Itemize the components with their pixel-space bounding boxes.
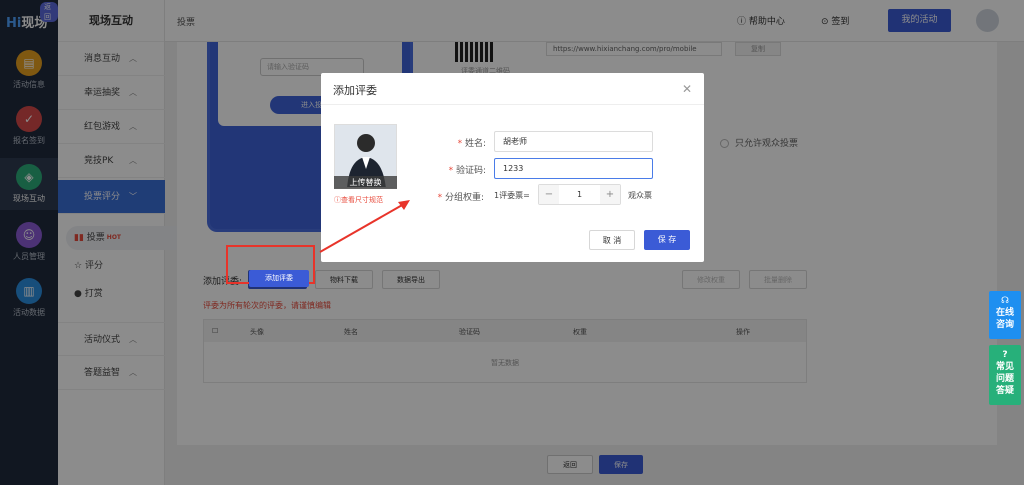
- faq-button[interactable]: ? 常见问题答疑: [989, 345, 1021, 405]
- weight-suffix: 观众票: [628, 191, 652, 200]
- dialog-save-button[interactable]: 保 存: [644, 230, 690, 250]
- weight-value[interactable]: 1: [559, 185, 600, 204]
- headset-icon: ☊: [1001, 296, 1009, 306]
- weight-label: * 分组权重:: [437, 193, 484, 203]
- highlighted-add-judge-button[interactable]: 添加评委: [249, 270, 309, 287]
- annotation-arrow-icon: [319, 200, 410, 253]
- plus-icon[interactable]: +: [600, 185, 620, 204]
- weight-prefix: 1评委票=: [494, 191, 530, 200]
- dialog-title: 添加评委: [333, 84, 377, 97]
- online-consult-button[interactable]: ☊ 在线咨询: [989, 291, 1021, 339]
- app: Hi现场 返回 ▤ 活动信息 ✓ 报名签到 ◈ 现场互动 ☺ 人员管理 ▥ 活动…: [0, 0, 1024, 485]
- close-icon[interactable]: ✕: [682, 82, 692, 96]
- weight-stepper: − 1 +: [538, 184, 621, 205]
- code-label: * 验证码:: [448, 166, 486, 176]
- cancel-button[interactable]: 取 消: [589, 230, 635, 250]
- code-input[interactable]: 1233: [494, 158, 653, 179]
- name-input[interactable]: 胡老师: [494, 131, 653, 152]
- question-circle-icon: ?: [1002, 350, 1008, 360]
- minus-icon[interactable]: −: [539, 185, 559, 204]
- name-label: * 姓名:: [457, 139, 486, 149]
- upload-replace-button[interactable]: 上传替换: [334, 176, 397, 189]
